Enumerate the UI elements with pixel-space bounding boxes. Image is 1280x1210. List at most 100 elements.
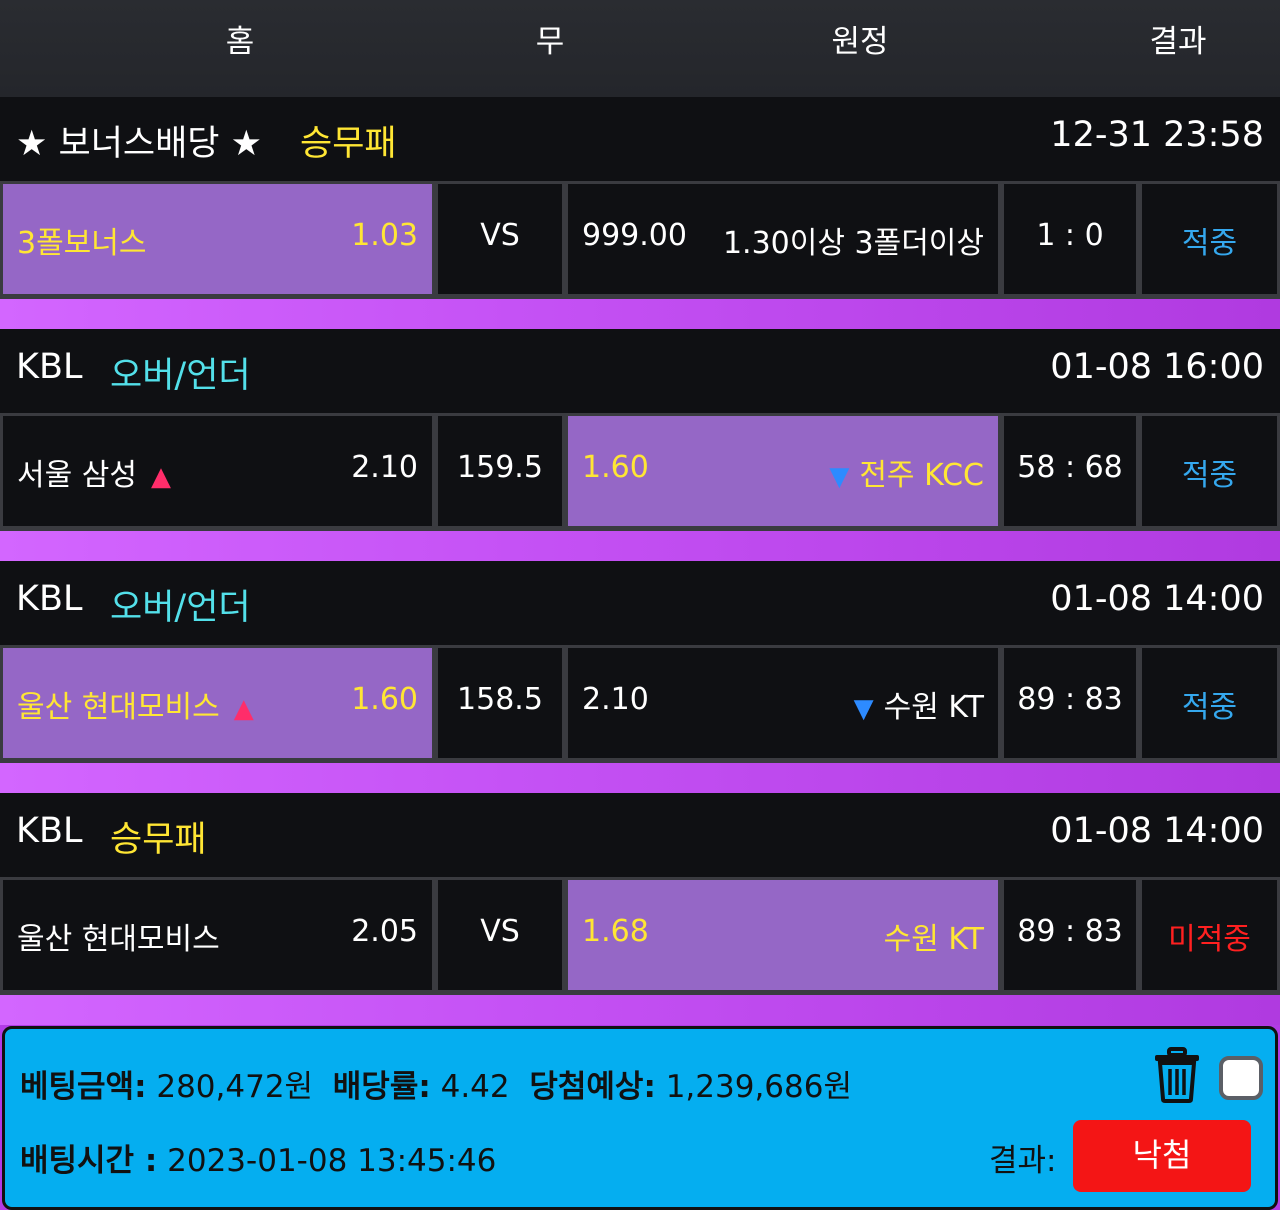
away-odds: 2.10 [582, 682, 649, 717]
bet-item: KBL 승무패 01-08 14:00 울산 현대모비스 2.05 VS 1.68 수원 KT… [0, 793, 1280, 1009]
rate-label: 배당률: [332, 1069, 431, 1105]
away-team-wrap: ▼ 전주 KCC [829, 450, 984, 494]
result-cell: 적중 [1142, 416, 1277, 526]
market-type: 승무패 [110, 820, 207, 860]
home-odds: 1.60 [351, 682, 418, 717]
bet-info-bar: KBL 승무패 01-08 14:00 [0, 793, 1280, 877]
draw-value: VS [480, 218, 520, 253]
away-team-wrap: 수원 KT [884, 914, 984, 958]
league-name: KBL [16, 347, 83, 387]
result-cell: 적중 [1142, 648, 1277, 758]
away-cell[interactable]: 1.68 수원 KT [568, 880, 998, 990]
away-cell[interactable]: 1.60 ▼ 전주 KCC [568, 416, 998, 526]
summary-line: 베팅금액: 280,472원 배당률: 4.42 당첨예상: 1,239,686… [20, 1061, 852, 1106]
divider-stripe [0, 531, 1280, 561]
home-team-wrap: 울산 현대모비스 [17, 914, 220, 958]
score-cell: 58 : 68 [1004, 416, 1136, 526]
away-team-wrap: ▼ 수원 KT [854, 682, 984, 726]
market-type: 오버/언더 [110, 588, 251, 628]
home-team-wrap: 3폴보너스 [17, 218, 147, 262]
away-odds: 999.00 [582, 218, 687, 253]
arrow-up-icon: ▲ [150, 462, 171, 492]
draw-value: 158.5 [457, 682, 543, 717]
score-value: 89 : 83 [1017, 682, 1123, 717]
arrow-down-icon: ▼ [829, 462, 850, 492]
score-value: 89 : 83 [1017, 914, 1123, 949]
home-team: 울산 현대모비스 [17, 922, 220, 957]
away-team: 수원 KT [883, 922, 984, 957]
header-result: 결과 [1149, 24, 1207, 60]
away-team: 전주 KCC [859, 458, 984, 493]
bet-info-bar: KBL 오버/언더 01-08 14:00 [0, 561, 1280, 645]
home-team: 서울 삼성 [17, 458, 137, 493]
score-cell: 1 : 0 [1004, 184, 1136, 294]
bet-time-label: 배팅시간 : [20, 1143, 158, 1179]
rate-value: 4.42 [440, 1069, 510, 1105]
home-cell[interactable]: 3폴보너스 1.03 [3, 184, 432, 294]
result-cell: 적중 [1142, 184, 1277, 294]
result-status: 적중 [1181, 690, 1238, 725]
amount-label: 베팅금액: [20, 1069, 147, 1105]
result-cell: 미적중 [1142, 880, 1277, 990]
arrow-down-icon: ▼ [853, 694, 874, 724]
bet-info-bar: KBL 오버/언더 01-08 16:00 [0, 329, 1280, 413]
home-team-wrap: 울산 현대모비스 ▲ [17, 682, 254, 726]
draw-cell[interactable]: VS [438, 880, 562, 990]
divider-stripe [0, 763, 1280, 793]
trash-icon[interactable] [1153, 1047, 1201, 1103]
divider-stripe [0, 995, 1280, 1025]
home-odds: 2.10 [351, 450, 418, 485]
bet-item: ★ 보너스배당 ★ 승무패 12-31 23:58 3폴보너스 1.03 VS 999.00… [0, 97, 1280, 313]
expected-value: 1,239,686원 [665, 1069, 852, 1105]
draw-cell[interactable]: VS [438, 184, 562, 294]
league-name: KBL [16, 579, 83, 619]
bet-time-line: 배팅시간 : 2023-01-08 13:45:46 [20, 1135, 496, 1180]
draw-value: VS [480, 914, 520, 949]
expected-label: 당첨예상: [529, 1069, 656, 1105]
home-cell[interactable]: 울산 현대모비스 2.05 [3, 880, 432, 990]
score-value: 58 : 68 [1017, 450, 1123, 485]
away-cell[interactable]: 2.10 ▼ 수원 KT [568, 648, 998, 758]
home-odds: 1.03 [351, 218, 418, 253]
home-team: 울산 현대모비스 [17, 690, 220, 725]
league-name: ★ 보너스배당 ★ [16, 124, 263, 164]
divider-stripe [0, 299, 1280, 329]
header-draw: 무 [535, 24, 565, 60]
match-time: 01-08 14:00 [1050, 811, 1264, 851]
home-odds: 2.05 [351, 914, 418, 949]
away-odds: 1.68 [582, 914, 649, 949]
table-header: 홈 무 원정 결과 [0, 0, 1280, 97]
away-team: 1.30이상 3폴더이상 [722, 226, 984, 261]
home-team-wrap: 서울 삼성 ▲ [17, 450, 171, 494]
select-checkbox[interactable] [1219, 1056, 1263, 1100]
market-type: 오버/언더 [110, 356, 251, 396]
result-status: 적중 [1181, 458, 1238, 493]
result-status: 적중 [1181, 226, 1238, 261]
amount-value: 280,472원 [156, 1069, 314, 1105]
score-cell: 89 : 83 [1004, 648, 1136, 758]
score-value: 1 : 0 [1036, 218, 1104, 253]
away-cell[interactable]: 999.00 1.30이상 3폴더이상 [568, 184, 998, 294]
score-cell: 89 : 83 [1004, 880, 1136, 990]
match-time: 12-31 23:58 [1050, 115, 1264, 155]
header-home: 홈 [225, 24, 255, 60]
match-time: 01-08 16:00 [1050, 347, 1264, 387]
away-team-wrap: 1.30이상 3폴더이상 [723, 218, 984, 262]
bet-summary: 베팅금액: 280,472원 배당률: 4.42 당첨예상: 1,239,686… [2, 1026, 1278, 1210]
result-button[interactable]: 낙첨 [1073, 1120, 1251, 1192]
draw-cell[interactable]: 159.5 [438, 416, 562, 526]
home-cell[interactable]: 울산 현대모비스 ▲ 1.60 [3, 648, 432, 758]
draw-value: 159.5 [457, 450, 543, 485]
market-type: 승무패 [300, 124, 397, 164]
bet-time-value: 2023-01-08 13:45:46 [167, 1143, 497, 1179]
league-name: KBL [16, 811, 83, 851]
match-time: 01-08 14:00 [1050, 579, 1264, 619]
away-team: 수원 KT [883, 690, 984, 725]
bet-item: KBL 오버/언더 01-08 14:00 울산 현대모비스 ▲ 1.60 158.5 2.1… [0, 561, 1280, 777]
draw-cell[interactable]: 158.5 [438, 648, 562, 758]
result-status: 미적중 [1168, 922, 1251, 957]
home-cell[interactable]: 서울 삼성 ▲ 2.10 [3, 416, 432, 526]
result-label: 결과: [989, 1143, 1057, 1179]
arrow-up-icon: ▲ [233, 694, 254, 724]
bet-info-bar: ★ 보너스배당 ★ 승무패 12-31 23:58 [0, 97, 1280, 181]
